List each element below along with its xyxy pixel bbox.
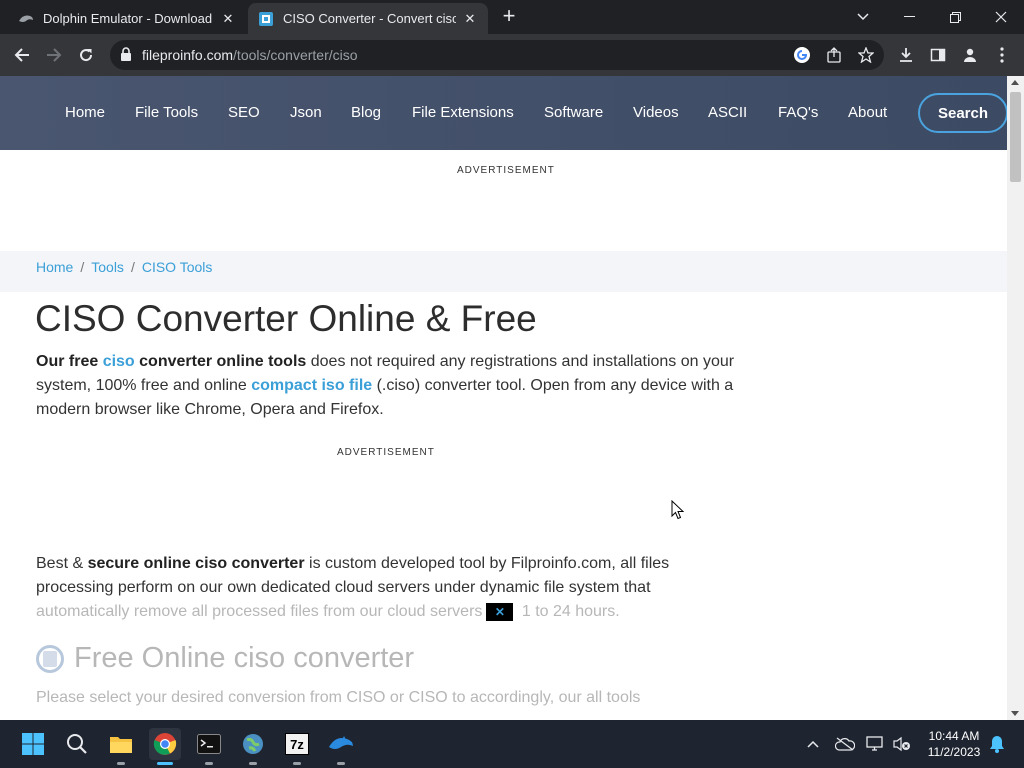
address-bar[interactable]: fileproinfo.com/tools/converter/ciso: [110, 40, 884, 70]
onedrive-offline-icon[interactable]: [833, 732, 857, 756]
profile-icon[interactable]: [957, 42, 983, 68]
tab-dolphin-emulator[interactable]: Dolphin Emulator - Download ✕: [8, 3, 246, 34]
page-scrollbar[interactable]: [1007, 76, 1024, 720]
tab-title: CISO Converter - Convert ciso O: [283, 11, 456, 26]
nav-file-extensions[interactable]: File Extensions: [412, 104, 514, 121]
google-lens-icon[interactable]: [792, 45, 812, 65]
back-button[interactable]: [9, 42, 35, 68]
notification-bell-icon[interactable]: [985, 732, 1009, 756]
scroll-thumb[interactable]: [1010, 92, 1021, 182]
browser-title-bar: Dolphin Emulator - Download ✕ CISO Conve…: [0, 0, 1024, 34]
share-icon[interactable]: [824, 45, 844, 65]
page-viewport: Home File Tools SEO Json Blog File Exten…: [0, 76, 1007, 720]
clock-time: 10:44 AM: [928, 729, 980, 743]
tab-search-chevron-down-icon[interactable]: [840, 0, 886, 34]
7zip-icon[interactable]: 7z: [281, 728, 313, 765]
advertisement-label: ADVERTISEMENT: [457, 165, 555, 176]
restore-button[interactable]: [932, 0, 978, 34]
reload-button[interactable]: [73, 42, 99, 68]
url-text[interactable]: fileproinfo.com/tools/converter/ciso: [142, 47, 358, 63]
svg-text:7z: 7z: [290, 737, 304, 752]
scroll-up-arrow-icon[interactable]: [1011, 80, 1019, 85]
breadcrumb-home[interactable]: Home: [36, 259, 73, 275]
secure-paragraph: Best & secure online ciso converter is c…: [36, 555, 670, 621]
search-icon[interactable]: [61, 728, 93, 760]
nav-software[interactable]: Software: [544, 104, 603, 121]
nav-ascii[interactable]: ASCII: [708, 104, 747, 121]
site-navigation: Home File Tools SEO Json Blog File Exten…: [0, 76, 1007, 150]
terminal-icon[interactable]: [193, 728, 225, 765]
nav-about[interactable]: About: [848, 104, 887, 121]
dolphin-icon: [18, 11, 34, 27]
chrome-icon[interactable]: [149, 728, 181, 765]
minimize-button[interactable]: [886, 0, 932, 34]
breadcrumb: Home / Tools / CISO Tools: [36, 259, 212, 275]
close-icon[interactable]: ✕: [462, 11, 478, 27]
close-window-button[interactable]: [978, 0, 1024, 34]
compact-iso-file-link[interactable]: compact iso file: [251, 377, 372, 394]
close-icon[interactable]: ✕: [220, 11, 236, 27]
select-conversion-text: Please select your desired conversion fr…: [36, 689, 641, 706]
search-button[interactable]: Search: [918, 93, 1007, 133]
nav-videos[interactable]: Videos: [633, 104, 679, 121]
scroll-down-arrow-icon[interactable]: [1011, 711, 1019, 716]
tab-ciso-converter[interactable]: CISO Converter - Convert ciso O ✕: [248, 3, 488, 34]
forward-button[interactable]: [41, 42, 67, 68]
breadcrumb-separator: /: [80, 259, 85, 275]
fileproinfo-icon: [258, 11, 274, 27]
network-icon[interactable]: [864, 732, 888, 756]
nav-blog[interactable]: Blog: [351, 104, 381, 121]
close-ad-icon[interactable]: ✕: [486, 602, 514, 621]
mouse-cursor-icon: [671, 499, 685, 525]
system-clock[interactable]: 10:44 AM 11/2/2023: [920, 728, 988, 760]
windows-start-icon[interactable]: [17, 728, 49, 760]
download-icon[interactable]: [893, 42, 919, 68]
nav-seo[interactable]: SEO: [228, 104, 260, 121]
new-tab-button[interactable]: +: [498, 5, 520, 28]
intro-paragraph: Our free ciso converter online tools doe…: [36, 353, 735, 418]
menu-kebab-icon[interactable]: [989, 42, 1015, 68]
nav-file-tools[interactable]: File Tools: [135, 104, 198, 121]
section-heading: Free Online ciso converter: [36, 642, 414, 675]
breadcrumb-separator: /: [130, 259, 135, 275]
tab-title: Dolphin Emulator - Download: [43, 11, 213, 26]
breadcrumb-ciso-tools[interactable]: CISO Tools: [142, 259, 213, 275]
chevron-up-icon[interactable]: [801, 732, 825, 756]
ciso-link[interactable]: ciso: [103, 353, 135, 370]
nav-json[interactable]: Json: [290, 104, 322, 121]
dolphin-icon[interactable]: [325, 728, 357, 765]
page-title: CISO Converter Online & Free: [35, 298, 537, 339]
side-panel-icon[interactable]: [925, 42, 951, 68]
nav-home[interactable]: Home: [65, 104, 105, 121]
browser-toolbar: fileproinfo.com/tools/converter/ciso: [0, 34, 1024, 76]
volume-muted-icon[interactable]: [890, 732, 914, 756]
file-converter-icon: [36, 644, 64, 673]
windows-taskbar: 7z 10:44 AM 11/2/2023: [0, 720, 1024, 768]
advertisement-label: ADVERTISEMENT: [337, 447, 435, 458]
bookmark-star-icon[interactable]: [856, 45, 876, 65]
nav-faqs[interactable]: FAQ's: [778, 104, 818, 121]
file-explorer-icon[interactable]: [105, 728, 137, 765]
clock-date: 11/2/2023: [927, 745, 981, 759]
breadcrumb-tools[interactable]: Tools: [91, 259, 124, 275]
network-globe-icon[interactable]: [237, 728, 269, 765]
lock-icon[interactable]: [120, 47, 132, 67]
